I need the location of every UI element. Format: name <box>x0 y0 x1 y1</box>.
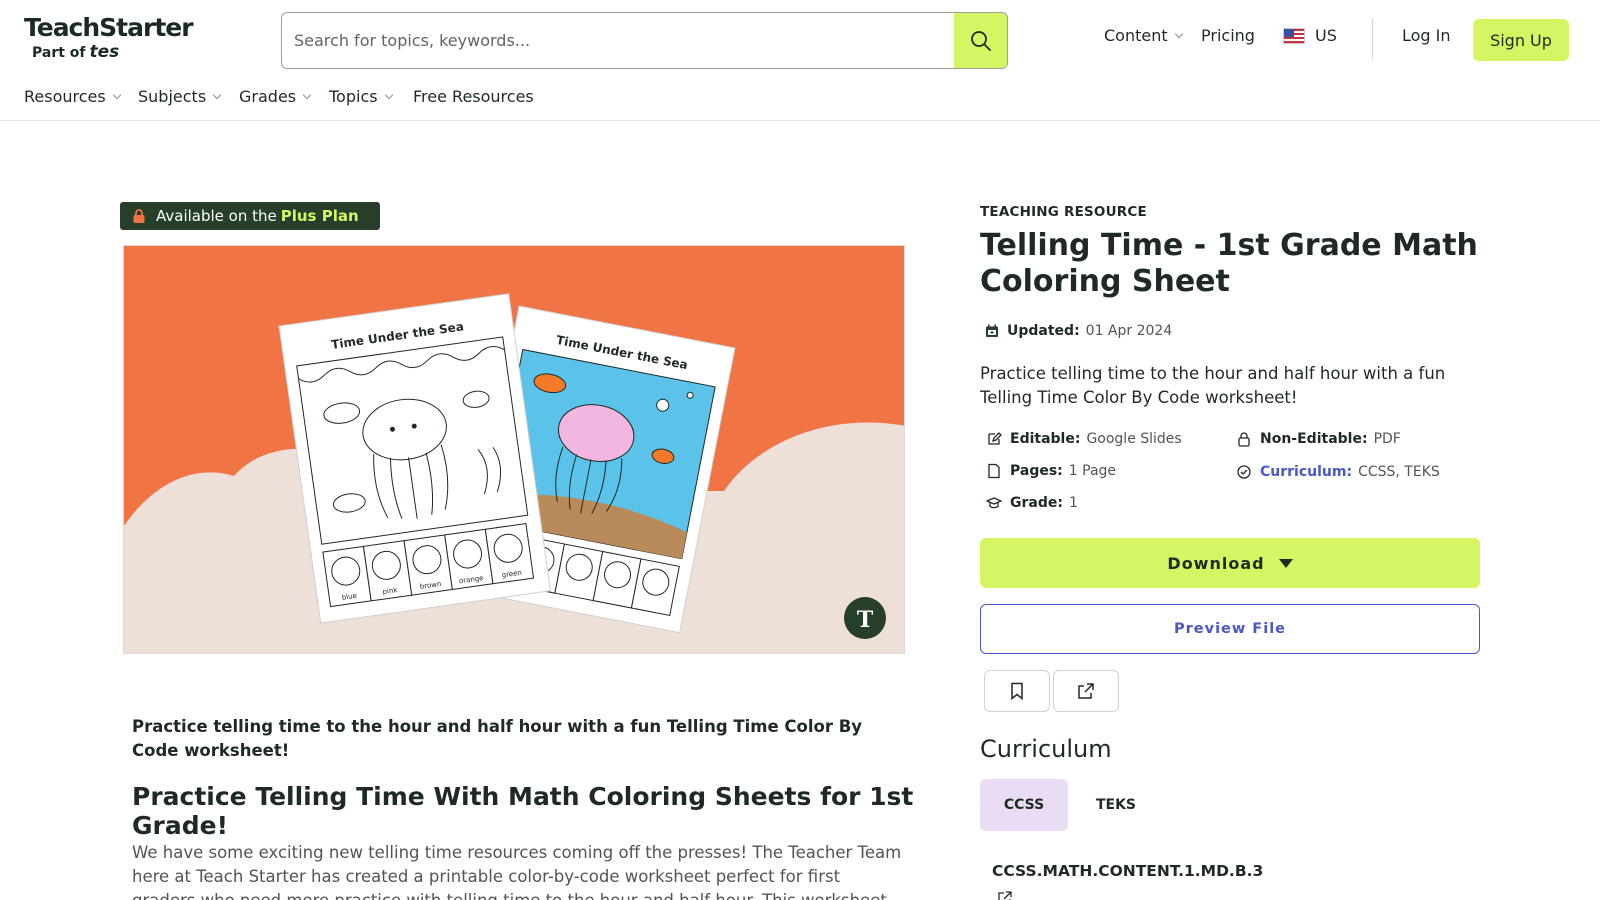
badge-plan: Plus Plan <box>280 207 359 225</box>
chevron-down-icon <box>384 90 393 99</box>
preview-file-button[interactable]: Preview File <box>980 604 1480 654</box>
meta-grade: Grade: 1 <box>986 495 1078 511</box>
login-label: Log In <box>1402 26 1451 45</box>
header-divider <box>1372 18 1373 60</box>
edit-icon <box>988 432 1002 445</box>
signup-label: Sign Up <box>1490 30 1552 50</box>
caret-down-icon <box>1278 558 1293 568</box>
plus-plan-badge: Available on the Plus Plan <box>120 202 380 230</box>
search-icon <box>970 30 991 51</box>
curriculum-link[interactable]: Curriculum: <box>1260 464 1352 480</box>
signup-button[interactable]: Sign Up <box>1473 19 1569 61</box>
badge-prefix: Available on the <box>156 207 277 225</box>
lock-icon <box>133 209 145 223</box>
search-input[interactable] <box>282 13 955 68</box>
site-header: TeachStarter Part oftes Content Pricing … <box>0 0 1600 121</box>
curriculum-heading: Curriculum <box>980 735 1112 763</box>
description-intro: Practice telling time to the hour and ha… <box>132 717 863 760</box>
region-selector[interactable]: US <box>1283 26 1337 45</box>
subnav-subjects-label: Subjects <box>138 87 207 106</box>
subnav-resources-label: Resources <box>24 87 106 106</box>
noneditable-value: PDF <box>1373 431 1401 447</box>
grade-label: Grade: <box>1010 495 1063 511</box>
tab-teks[interactable]: TEKS <box>1072 779 1160 831</box>
updated-value: 01 Apr 2024 <box>1085 323 1173 339</box>
nav-pricing-label: Pricing <box>1201 26 1255 45</box>
meta-pages: Pages: 1 Page <box>986 463 1116 479</box>
subnav-grades-label: Grades <box>239 87 297 106</box>
updated-row: Updated: 01 Apr 2024 <box>985 323 1172 339</box>
resource-summary: Practice telling time to the hour and ha… <box>980 364 1446 407</box>
nav-content-dropdown[interactable]: Content <box>1104 26 1183 45</box>
subnav-free-label: Free Resources <box>413 87 534 106</box>
bookmark-icon <box>1011 682 1023 700</box>
graduation-cap-icon <box>986 497 1002 509</box>
editable-label: Editable: <box>1010 431 1081 447</box>
search-bar <box>281 12 1008 69</box>
resource-preview-image[interactable]: Time Under the Sea Time Under the Sea bl… <box>123 245 905 654</box>
curriculum-value: CCSS, TEKS <box>1358 464 1440 480</box>
nav-pricing-link[interactable]: Pricing <box>1201 26 1255 45</box>
tab-ccss[interactable]: CCSS <box>980 779 1068 831</box>
logo-wordmark: TeachStarter <box>24 13 194 42</box>
lock-icon <box>1238 432 1250 447</box>
subnav-free-resources[interactable]: Free Resources <box>413 87 534 106</box>
curriculum-code[interactable]: CCSS.MATH.CONTENT.1.MD.B.3 <box>992 862 1263 880</box>
meta-curriculum: Curriculum: CCSS, TEKS <box>1236 464 1440 480</box>
pages-value: 1 Page <box>1068 463 1117 479</box>
chevron-down-icon <box>1174 29 1183 38</box>
share-icon <box>1078 683 1094 699</box>
meta-noneditable: Non-Editable: PDF <box>1236 431 1401 447</box>
pages-label: Pages: <box>1010 463 1063 479</box>
updated-label: Updated: <box>1007 323 1080 339</box>
chevron-down-icon <box>212 90 222 99</box>
svg-text:T: T <box>857 607 874 633</box>
subnav-topics-label: Topics <box>329 87 378 106</box>
chevron-down-icon <box>112 90 121 99</box>
logo-sub-prefix: Part of <box>32 45 86 61</box>
logo-subline: Part of tes <box>32 42 194 63</box>
region-label: US <box>1315 26 1337 45</box>
download-label: Download <box>1167 553 1265 573</box>
resource-title: Telling Time - 1st Grade Math Coloring S… <box>980 228 1478 299</box>
editable-value: Google Slides <box>1086 431 1182 447</box>
nav-content-label: Content <box>1104 26 1168 45</box>
page-icon <box>988 463 1000 479</box>
tab-ccss-label: CCSS <box>1003 797 1045 813</box>
noneditable-label: Non-Editable: <box>1260 431 1368 447</box>
meta-editable: Editable: Google Slides <box>986 431 1182 447</box>
bookmark-button[interactable] <box>984 670 1050 712</box>
subnav-topics[interactable]: Topics <box>329 87 393 106</box>
description-body: We have some exciting new telling time r… <box>132 843 902 900</box>
badge-check-icon <box>1237 465 1251 479</box>
teachstarter-logo[interactable]: TeachStarter Part of tes <box>24 14 194 66</box>
calendar-icon <box>986 324 998 337</box>
grade-value: 1 <box>1068 495 1078 511</box>
share-button[interactable] <box>1053 670 1119 712</box>
search-button[interactable] <box>954 13 1007 68</box>
description-heading: Practice Telling Time With Math Coloring… <box>132 782 914 840</box>
resource-kicker: TEACHING RESOURCE <box>980 204 1147 220</box>
us-flag-icon <box>1283 27 1305 44</box>
preview-label: Preview File <box>1174 621 1286 637</box>
tes-logo: tes <box>89 42 120 62</box>
subnav-subjects[interactable]: Subjects <box>138 87 222 106</box>
download-button[interactable]: Download <box>980 538 1480 588</box>
login-link[interactable]: Log In <box>1402 26 1451 45</box>
chevron-down-icon <box>302 90 312 99</box>
subnav-grades[interactable]: Grades <box>239 87 312 106</box>
subnav-resources[interactable]: Resources <box>24 87 121 106</box>
tab-teks-label: TEKS <box>1095 797 1137 813</box>
external-link-icon[interactable] <box>998 890 1012 900</box>
